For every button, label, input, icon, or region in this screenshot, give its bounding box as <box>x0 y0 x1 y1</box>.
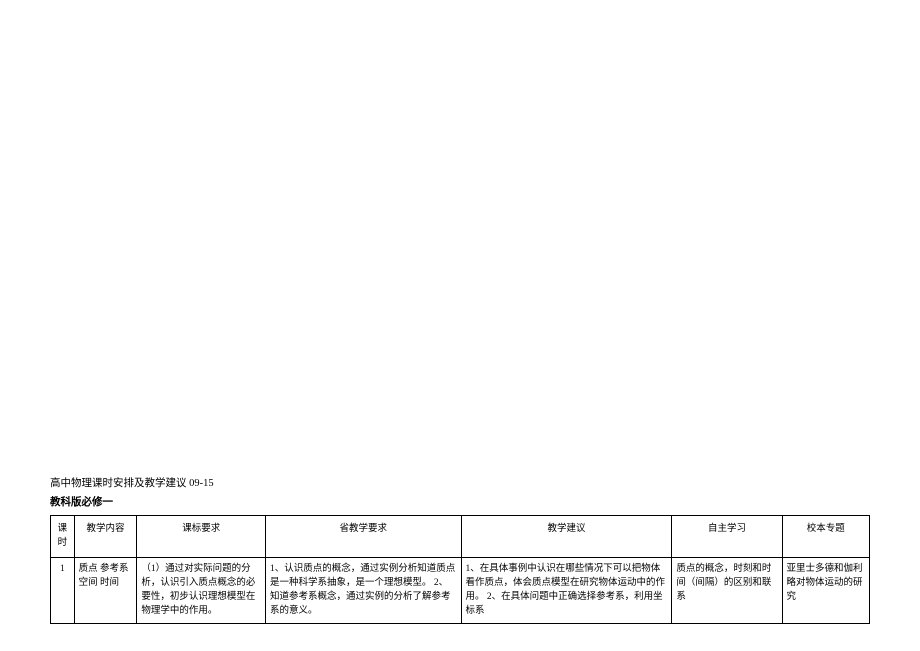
header-province: 省教学要求 <box>266 516 461 558</box>
cell-standard: （1）通过对实际问题的分析，认识引入质点概念的必要性，初步认识理想模型在物理学中… <box>137 557 266 623</box>
header-index: 课时 <box>51 516 75 558</box>
cell-content: 质点 参考系 空间 时间 <box>74 557 137 623</box>
header-school: 校本专题 <box>782 516 870 558</box>
document-subtitle: 教科版必修一 <box>50 494 870 509</box>
header-self: 自主学习 <box>672 516 782 558</box>
cell-province: 1、认识质点的概念，通过实例分析知道质点是一种科学系抽象，是一个理想模型。 2、… <box>266 557 461 623</box>
document-content: 高中物理课时安排及教学建议 09-15 教科版必修一 课时 教学内容 课标要求 … <box>50 475 870 624</box>
table-header-row: 课时 教学内容 课标要求 省教学要求 教学建议 自主学习 校本专题 <box>51 516 870 558</box>
cell-index: 1 <box>51 557 75 623</box>
document-title: 高中物理课时安排及教学建议 09-15 <box>50 475 870 490</box>
header-standard: 课标要求 <box>137 516 266 558</box>
cell-suggest: 1、在具体事例中认识在哪些情况下可以把物体看作质点，体会质点模型在研究物体运动中… <box>461 557 672 623</box>
header-suggest: 教学建议 <box>461 516 672 558</box>
cell-school: 亚里士多德和伽利略对物体运动的研究 <box>782 557 870 623</box>
table-row: 1 质点 参考系 空间 时间 （1）通过对实际问题的分析，认识引入质点概念的必要… <box>51 557 870 623</box>
lesson-plan-table: 课时 教学内容 课标要求 省教学要求 教学建议 自主学习 校本专题 1 质点 参… <box>50 515 870 624</box>
cell-self: 质点的概念，时刻和时间（间隔）的区别和联系 <box>672 557 782 623</box>
header-content: 教学内容 <box>74 516 137 558</box>
